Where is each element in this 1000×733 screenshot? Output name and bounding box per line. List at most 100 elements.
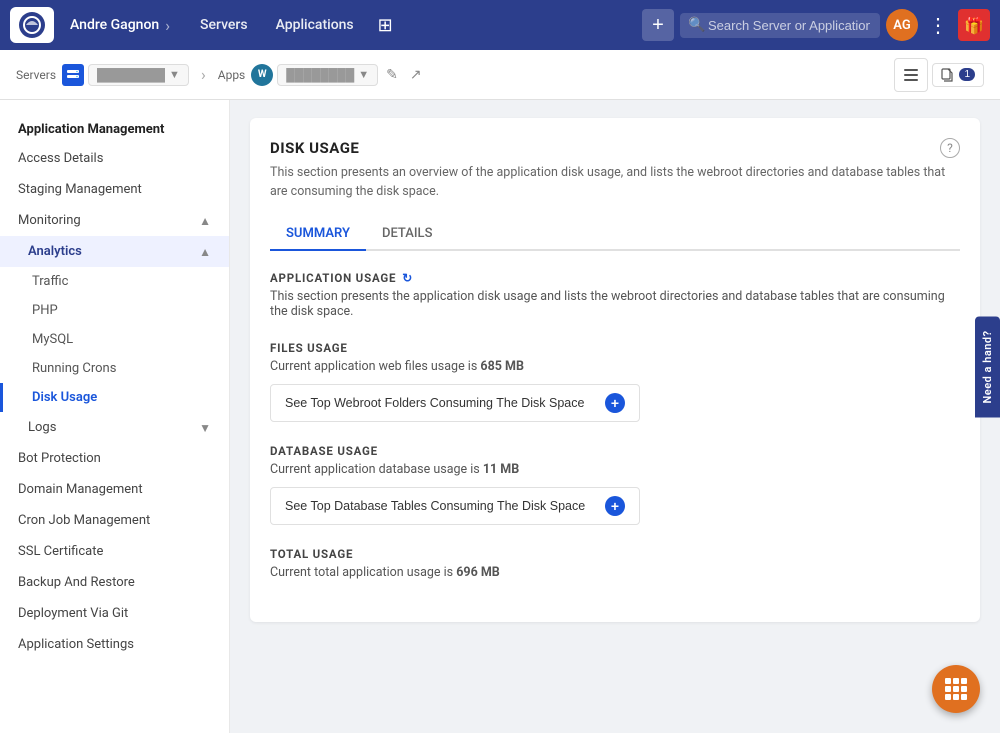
sidebar-item-mysql[interactable]: MySQL: [0, 325, 229, 354]
files-usage-desc: Current application web files usage is 6…: [270, 359, 960, 374]
app-usage-section: APPLICATION USAGE ↻ This section present…: [270, 271, 960, 319]
nav-right-actions: + 🔍 AG ⋮ 🎁: [642, 9, 990, 41]
card-title: DISK USAGE: [270, 139, 359, 157]
server-select[interactable]: ████████ ▼: [88, 64, 189, 86]
subbar-right: 1: [894, 58, 984, 92]
disk-usage-label: Disk Usage: [32, 390, 97, 405]
deployment-git-label: Deployment Via Git: [18, 606, 128, 621]
sidebar-item-deployment-git[interactable]: Deployment Via Git: [0, 598, 229, 629]
server-name: ████████: [97, 68, 165, 82]
expand-btn-icon: +: [605, 393, 625, 413]
domain-management-label: Domain Management: [18, 482, 143, 497]
total-usage-section: TOTAL USAGE Current total application us…: [270, 547, 960, 580]
sidebar-item-logs[interactable]: Logs ▼: [0, 412, 229, 443]
tabs-bar: SUMMARY DETAILS: [270, 218, 960, 251]
sidebar-section-title: Application Management: [0, 110, 229, 143]
app-select[interactable]: ████████ ▼: [277, 64, 378, 86]
card-header: DISK USAGE ?: [270, 138, 960, 158]
server-select-arrow: ▼: [169, 68, 180, 81]
sidebar-item-running-crons[interactable]: Running Crons: [0, 354, 229, 383]
sidebar-item-application-settings[interactable]: Application Settings: [0, 629, 229, 660]
gift-button[interactable]: 🎁: [958, 9, 990, 41]
sidebar-item-traffic[interactable]: Traffic: [0, 267, 229, 296]
app-select-arrow: ▼: [358, 68, 369, 81]
server-icon: [62, 64, 84, 86]
sidebar-item-cron-job-management[interactable]: Cron Job Management: [0, 505, 229, 536]
sidebar-item-monitoring[interactable]: Monitoring ▲: [0, 205, 229, 236]
ssl-certificate-label: SSL Certificate: [18, 544, 103, 559]
nav-separator: ›: [165, 16, 170, 35]
fab-grid-icon: [945, 678, 967, 700]
subbar: Servers ████████ ▼ › Apps W ████████ ▼ ✎…: [0, 50, 1000, 100]
apps-label: Apps: [218, 68, 246, 82]
files-badge: 1: [959, 68, 975, 81]
tab-details[interactable]: DETAILS: [366, 218, 448, 251]
server-section: Servers ████████ ▼: [16, 64, 189, 86]
app-section: Apps W ████████ ▼ ✎ ↗: [218, 64, 426, 86]
sidebar-item-bot-protection[interactable]: Bot Protection: [0, 443, 229, 474]
main-layout: Application Management Access Details St…: [0, 100, 1000, 733]
access-details-label: Access Details: [18, 151, 103, 166]
mysql-label: MySQL: [32, 332, 73, 347]
traffic-label: Traffic: [32, 274, 68, 289]
main-content: DISK USAGE ? This section presents an ov…: [230, 100, 1000, 733]
breadcrumb-chevron: ›: [201, 65, 206, 84]
external-link-icon[interactable]: ↗: [406, 67, 426, 83]
files-usage-section: FILES USAGE Current application web file…: [270, 341, 960, 422]
list-view-button[interactable]: [894, 58, 928, 92]
app-logo[interactable]: [10, 7, 54, 43]
wordpress-icon: W: [251, 64, 273, 86]
database-expand-btn-icon: +: [605, 496, 625, 516]
refresh-icon[interactable]: ↻: [402, 271, 413, 285]
see-webroot-folders-button[interactable]: See Top Webroot Folders Consuming The Di…: [270, 384, 640, 422]
card-description: This section presents an overview of the…: [270, 164, 960, 202]
see-database-tables-button[interactable]: See Top Database Tables Consuming The Di…: [270, 487, 640, 525]
fab-button[interactable]: [932, 665, 980, 713]
more-options-icon[interactable]: ⋮: [924, 13, 952, 37]
sidebar-item-backup-restore[interactable]: Backup And Restore: [0, 567, 229, 598]
bot-protection-label: Bot Protection: [18, 451, 101, 466]
sidebar-item-analytics[interactable]: Analytics ▲: [0, 236, 229, 267]
sidebar-item-staging-management[interactable]: Staging Management: [0, 174, 229, 205]
nav-servers[interactable]: Servers: [186, 17, 262, 33]
need-a-hand-button[interactable]: Need a hand?: [975, 316, 1000, 417]
logs-expand-icon: ▼: [199, 421, 211, 435]
database-usage-title: DATABASE USAGE: [270, 444, 960, 458]
sidebar-item-php[interactable]: PHP: [0, 296, 229, 325]
nav-links: Servers Applications ⊞: [186, 15, 403, 36]
app-name: ████████: [286, 68, 354, 82]
top-navigation: Andre Gagnon › Servers Applications ⊞ + …: [0, 0, 1000, 50]
tab-summary[interactable]: SUMMARY: [270, 218, 366, 251]
files-button[interactable]: 1: [932, 63, 984, 87]
sidebar-item-access-details[interactable]: Access Details: [0, 143, 229, 174]
edit-icon[interactable]: ✎: [382, 67, 402, 83]
sidebar-item-ssl-certificate[interactable]: SSL Certificate: [0, 536, 229, 567]
cron-job-management-label: Cron Job Management: [18, 513, 150, 528]
application-settings-label: Application Settings: [18, 637, 134, 652]
grid-apps-icon[interactable]: ⊞: [368, 15, 403, 36]
search-icon: 🔍: [688, 17, 705, 33]
search-wrapper: 🔍: [680, 13, 880, 38]
database-usage-desc: Current application database usage is 11…: [270, 462, 960, 477]
analytics-label: Analytics: [28, 244, 82, 259]
servers-label: Servers: [16, 68, 56, 82]
help-icon[interactable]: ?: [940, 138, 960, 158]
files-usage-title: FILES USAGE: [270, 341, 960, 355]
logs-label: Logs: [28, 420, 56, 435]
database-usage-value: 11 MB: [483, 462, 519, 477]
sidebar-item-disk-usage[interactable]: Disk Usage: [0, 383, 229, 412]
sidebar: Application Management Access Details St…: [0, 100, 230, 733]
search-input[interactable]: [680, 13, 880, 38]
add-button[interactable]: +: [642, 9, 674, 41]
total-usage-title: TOTAL USAGE: [270, 547, 960, 561]
sidebar-item-domain-management[interactable]: Domain Management: [0, 474, 229, 505]
user-section: Andre Gagnon: [70, 17, 159, 33]
nav-applications[interactable]: Applications: [262, 17, 368, 33]
username-label[interactable]: Andre Gagnon: [70, 17, 159, 33]
app-usage-desc: This section presents the application di…: [270, 289, 960, 319]
backup-restore-label: Backup And Restore: [18, 575, 135, 590]
files-usage-value: 685 MB: [480, 359, 524, 374]
monitoring-label: Monitoring: [18, 213, 81, 228]
user-avatar[interactable]: AG: [886, 9, 918, 41]
monitoring-expand-icon: ▲: [199, 214, 211, 228]
